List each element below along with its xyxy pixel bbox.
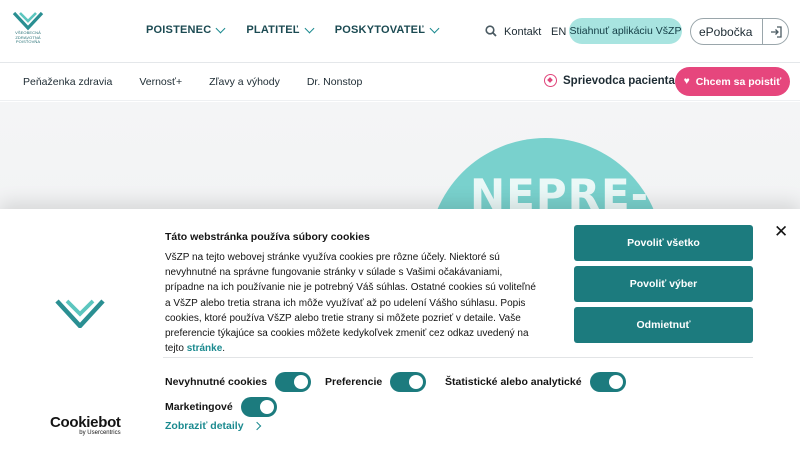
- toggle-label: Nevyhnutné cookies: [165, 376, 268, 388]
- subnav-vernost[interactable]: Vernosť+: [139, 76, 182, 88]
- marketing-toggle[interactable]: [240, 397, 277, 417]
- kontakt-link[interactable]: Kontakt: [504, 26, 541, 38]
- nav-poistenec[interactable]: POISTENEC: [146, 23, 226, 36]
- chevron-right-icon: [252, 421, 261, 431]
- cookie-banner: Cookiebot by Usercentrics Táto webstránk…: [0, 209, 800, 450]
- show-details-label: Zobraziť detaily: [165, 420, 244, 432]
- nav-label: POSKYTOVATEĽ: [334, 24, 426, 36]
- nav-label: POISTENEC: [146, 24, 212, 36]
- epobocka-button[interactable]: ePobočka: [690, 18, 789, 45]
- logo-line: POISŤOVŇA: [15, 39, 41, 44]
- patient-guide-link[interactable]: Sprievodca pacienta: [544, 74, 675, 87]
- insure-button[interactable]: ♥ Chcem sa poistiť: [675, 67, 790, 96]
- toggle-label: Marketingové: [165, 401, 233, 413]
- subnav-penazenka[interactable]: Peňaženka zdravia: [23, 76, 112, 88]
- login-icon: [762, 19, 788, 44]
- cookie-title: Táto webstránka používa súbory cookies: [165, 231, 370, 243]
- toggle-label: Preferencie: [325, 376, 383, 388]
- toggle-preferences: Preferencie: [325, 372, 427, 392]
- chevron-down-icon: [304, 23, 315, 33]
- nav-platitel[interactable]: PLATITEĽ: [246, 23, 315, 36]
- main-nav: POISTENEC PLATITEĽ POSKYTOVATEĽ: [146, 23, 440, 36]
- allow-selection-button[interactable]: Povoliť výber: [574, 266, 753, 302]
- toggle-necessary: Nevyhnutné cookies: [165, 372, 312, 392]
- toggle-marketing: Marketingové: [165, 397, 277, 417]
- heart-icon: ♥: [683, 76, 690, 87]
- vszp-logo[interactable]: VŠEOBECNÁ ZDRAVOTNÁ POISŤOVŇA: [10, 10, 46, 54]
- close-icon[interactable]: ✕: [774, 222, 788, 242]
- insure-button-label: Chcem sa poistiť: [695, 75, 782, 88]
- subnav-dr-nonstop[interactable]: Dr. Nonstop: [307, 76, 362, 88]
- logo-text: VŠEOBECNÁ ZDRAVOTNÁ POISŤOVŇA: [10, 30, 46, 45]
- chevron-down-icon: [429, 23, 440, 33]
- cookie-policy-link[interactable]: stránke: [187, 343, 223, 354]
- compass-icon: [544, 74, 557, 87]
- language-switch[interactable]: EN: [551, 26, 566, 38]
- necessary-toggle[interactable]: [275, 372, 312, 392]
- patient-guide-label: Sprievodca pacienta: [563, 74, 675, 87]
- cookie-description: VšZP na tejto webovej stránke využíva co…: [165, 252, 536, 355]
- nav-label: PLATITEĽ: [246, 24, 300, 36]
- secondary-nav: Peňaženka zdravia Vernosť+ Zľavy a výhod…: [23, 76, 389, 88]
- logo-icon: [12, 11, 44, 31]
- toggle-label: Štatistické alebo analytické: [445, 376, 582, 388]
- logo-icon: [55, 299, 105, 330]
- preferences-toggle[interactable]: [390, 372, 427, 392]
- download-app-button[interactable]: Stiahnuť aplikáciu VšZP: [569, 18, 682, 44]
- cookiebot-by: by Usercentrics: [79, 430, 121, 436]
- statistics-toggle[interactable]: [589, 372, 626, 392]
- chevron-down-icon: [215, 23, 226, 33]
- divider: [163, 357, 753, 358]
- search-icon[interactable]: [485, 25, 497, 37]
- toggle-statistics: Štatistické alebo analytické: [445, 372, 626, 392]
- epobocka-label: ePobočka: [699, 24, 753, 39]
- deny-button[interactable]: Odmietnuť: [574, 307, 753, 343]
- top-header: VŠEOBECNÁ ZDRAVOTNÁ POISŤOVŇA POISTENEC …: [0, 0, 800, 63]
- cookiebot-brand: Cookiebot by Usercentrics: [50, 414, 121, 437]
- cookie-body-text: VšZP na tejto webovej stránke využíva co…: [165, 252, 536, 355]
- subnav-zlavy[interactable]: Zľavy a výhody: [209, 76, 280, 88]
- cookiebot-name: Cookiebot: [50, 414, 121, 431]
- vszp-cookie-logo: [54, 298, 106, 333]
- allow-all-button[interactable]: Povoliť všetko: [574, 225, 753, 261]
- nav-poskytovatel[interactable]: POSKYTOVATEĽ: [334, 23, 440, 36]
- show-details-link[interactable]: Zobraziť detaily: [165, 420, 261, 432]
